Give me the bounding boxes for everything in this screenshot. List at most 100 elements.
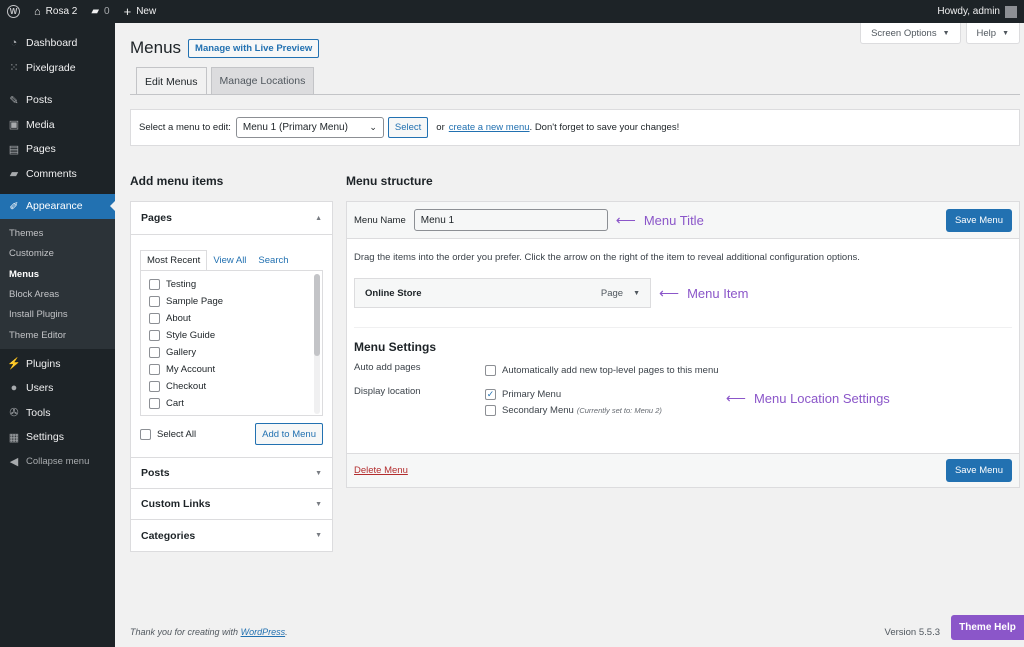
caret-down-icon[interactable]: ▼ (633, 290, 640, 297)
sidebar-item-pages[interactable]: ▤ Pages (0, 137, 115, 162)
select-menu-button[interactable]: Select (387, 117, 429, 138)
sidebar-item-comments[interactable]: ▰ Comments (0, 162, 115, 187)
checkbox[interactable] (149, 364, 160, 375)
sidebar-item-plugins[interactable]: ⚡ Plugins (0, 351, 115, 376)
tab-most-recent[interactable]: Most Recent (140, 250, 208, 271)
menu-select-bar: Select a menu to edit: Menu 1 (Primary M… (130, 109, 1020, 146)
menu-select-dropdown[interactable]: Menu 1 (Primary Menu) ⌄ (235, 117, 384, 138)
auto-add-toggle[interactable]: Automatically add new top-level pages to… (485, 362, 719, 378)
theme-help-button[interactable]: Theme Help (951, 615, 1024, 640)
select-all-checkbox[interactable] (140, 428, 151, 440)
sidebar-item-appearance[interactable]: ✐ Appearance (0, 194, 115, 219)
submenu-themes[interactable]: Themes (0, 224, 115, 244)
screen-options-button[interactable]: Screen Options ▼ (860, 23, 961, 44)
scrollbar[interactable] (314, 274, 320, 414)
secondary-menu-toggle[interactable]: Secondary Menu (Currently set to: Menu 2) (485, 402, 662, 418)
submenu-customize[interactable]: Customize (0, 244, 115, 264)
tab-view-all[interactable]: View All (207, 251, 252, 270)
scrollbar-thumb[interactable] (314, 274, 320, 356)
sidebar-item-pixelgrade[interactable]: ⁙ Pixelgrade (0, 56, 115, 81)
list-item[interactable]: Testing (149, 276, 322, 293)
site-name-link[interactable]: ⌂ Rosa 2 (27, 0, 84, 23)
annotation-menu-item: ⟵ Menu Item (659, 284, 749, 301)
avatar (1005, 5, 1017, 18)
checkbox[interactable] (149, 279, 160, 290)
divider (354, 327, 1012, 328)
account-menu[interactable]: Howdy, admin (930, 0, 1024, 23)
menu-management-panel: Menu Name Menu 1 ⟵ Menu Title Save Menu D… (346, 201, 1020, 488)
user-icon: ● (10, 382, 18, 395)
tab-search[interactable]: Search (252, 251, 294, 270)
sidebar-item-settings[interactable]: ▦ Settings (0, 425, 115, 450)
checkbox[interactable] (149, 296, 160, 307)
pages-accordion-header[interactable]: Pages ▲ (131, 202, 332, 235)
brush-icon: ✐ (9, 200, 19, 213)
list-item[interactable]: Checkout (149, 378, 322, 395)
admin-sidebar: ◔ Dashboard ⁙ Pixelgrade ✎ Posts ▣ Media ▤ Pa… (0, 23, 115, 647)
nav-tabs: Edit Menus Manage Locations (136, 67, 315, 95)
submenu-block-areas[interactable]: Block Areas (0, 284, 115, 304)
tab-edit-menus[interactable]: Edit Menus (136, 67, 207, 95)
menu-settings-title: Menu Settings (354, 340, 437, 354)
drag-instructions: Drag the items into the order you prefer… (354, 252, 860, 263)
chevron-down-icon: ⌄ (369, 122, 377, 132)
comments-link[interactable]: ▰ 0 (84, 0, 116, 23)
primary-menu-toggle[interactable]: ✓ Primary Menu (485, 386, 662, 402)
help-button[interactable]: Help ▼ (965, 23, 1020, 44)
home-icon: ⌂ (34, 5, 41, 18)
list-item[interactable]: Gallery (149, 344, 322, 361)
submenu-menus[interactable]: Menus (0, 264, 115, 284)
list-item[interactable]: Sample Page (149, 293, 322, 310)
annotation-menu-title: ⟵ Menu Title (615, 211, 704, 228)
select-all-toggle[interactable]: Select All (140, 426, 196, 443)
screen-meta-links: Screen Options ▼ Help ▼ (860, 23, 1020, 44)
admin-bar: W ⌂ Rosa 2 ▰ 0 + New Howdy, admin (0, 0, 1024, 23)
sidebar-item-users[interactable]: ● Users (0, 376, 115, 401)
checkbox[interactable] (149, 381, 160, 392)
tab-manage-locations[interactable]: Manage Locations (210, 67, 315, 94)
checkbox[interactable] (149, 313, 160, 324)
arrow-left-icon: ⟵ (659, 284, 680, 301)
secondary-menu-checkbox[interactable] (485, 404, 496, 416)
version-text: Version 5.5.3 (884, 627, 940, 638)
menu-edit-body: Drag the items into the order you prefer… (347, 252, 1019, 418)
annotation-menu-location: ⟵ Menu Location Settings (725, 390, 890, 406)
list-item[interactable]: Cart (149, 395, 322, 412)
checkbox[interactable] (149, 398, 160, 409)
menu-name-input[interactable]: Menu 1 (413, 209, 608, 231)
checkbox[interactable] (149, 330, 160, 341)
categories-accordion-header[interactable]: Categories ▼ (131, 520, 332, 551)
add-to-menu-button[interactable]: Add to Menu (255, 423, 323, 445)
menu-item-online-store[interactable]: Online Store Page ▼ (354, 278, 651, 308)
caret-up-icon: ▲ (315, 214, 322, 222)
page-title: Menus (130, 38, 182, 57)
sidebar-item-posts[interactable]: ✎ Posts (0, 88, 115, 113)
list-item[interactable]: About (149, 310, 322, 327)
submenu-install-plugins[interactable]: Install Plugins (0, 305, 115, 325)
sidebar-collapse-menu[interactable]: ◀ Collapse menu (0, 449, 115, 474)
checkbox[interactable] (149, 347, 160, 358)
live-preview-button[interactable]: Manage with Live Preview (188, 38, 320, 58)
custom-links-accordion-header[interactable]: Custom Links ▼ (131, 489, 332, 520)
menu-footer: Delete Menu Save Menu (347, 453, 1019, 487)
posts-accordion-header[interactable]: Posts ▼ (131, 458, 332, 489)
primary-menu-checkbox[interactable]: ✓ (485, 388, 496, 400)
pages-inner-tabs: Most Recent View All Search (140, 249, 323, 271)
delete-menu-link[interactable]: Delete Menu (354, 465, 408, 476)
caret-down-icon: ▼ (1002, 29, 1009, 37)
submenu-theme-editor[interactable]: Theme Editor (0, 325, 115, 345)
sidebar-item-media[interactable]: ▣ Media (0, 113, 115, 138)
auto-add-checkbox[interactable] (485, 364, 496, 376)
sidebar-item-dashboard[interactable]: ◔ Dashboard (0, 31, 115, 56)
wordpress-link[interactable]: WordPress (241, 627, 286, 637)
list-item[interactable]: Style Guide (149, 327, 322, 344)
save-menu-button-top[interactable]: Save Menu (945, 208, 1012, 232)
dashboard-icon: ◔ (10, 37, 18, 50)
sidebar-item-tools[interactable]: ✇ Tools (0, 400, 115, 425)
new-content-link[interactable]: + New (117, 0, 164, 23)
caret-down-icon: ▼ (315, 469, 322, 477)
list-item[interactable]: My Account (149, 361, 322, 378)
save-menu-button-bottom[interactable]: Save Menu (945, 459, 1012, 482)
wordpress-logo-button[interactable]: W (0, 0, 27, 23)
create-new-menu-link[interactable]: create a new menu (449, 122, 530, 133)
